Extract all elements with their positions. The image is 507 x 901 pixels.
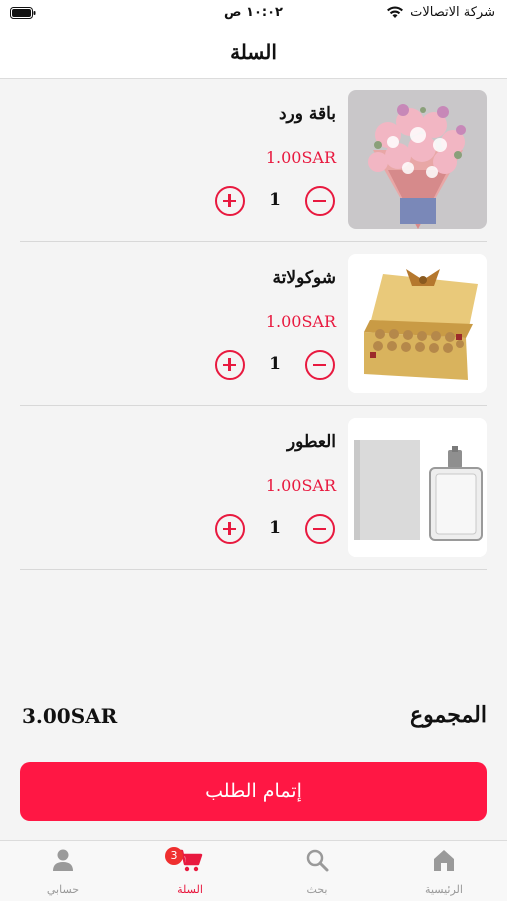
quantity-stepper: 1 bbox=[215, 186, 335, 220]
product-name: العطور bbox=[286, 432, 336, 452]
product-price: 1.00SAR bbox=[265, 476, 336, 495]
product-image-flowers[interactable] bbox=[348, 90, 487, 229]
person-icon bbox=[53, 849, 73, 871]
product-image-chocolate[interactable] bbox=[348, 254, 487, 393]
cart-item: باقة ورد 1.00SAR 1 bbox=[20, 78, 487, 242]
tab-search[interactable]: بحث bbox=[254, 841, 380, 901]
decrease-quantity-button[interactable] bbox=[305, 350, 335, 380]
product-price: 1.00SAR bbox=[265, 148, 336, 167]
decrease-quantity-button[interactable] bbox=[305, 186, 335, 216]
cart-item: شوكولاتة 1.00SAR 1 bbox=[20, 242, 487, 406]
perfume-bottle-image bbox=[348, 418, 487, 557]
tab-cart[interactable]: 3 السلة bbox=[127, 841, 253, 901]
tab-bar: الرئيسية بحث 3 السلة حسابي bbox=[0, 840, 507, 901]
home-icon bbox=[434, 850, 454, 871]
cart-item: العطور 1.00SAR 1 bbox=[20, 406, 487, 570]
battery-icon bbox=[10, 7, 36, 19]
tab-home-label: الرئيسية bbox=[425, 883, 463, 896]
tab-account-label: حسابي bbox=[46, 883, 80, 896]
status-bar: شركة الاتصالات ١٠:٠٢ ص bbox=[0, 0, 507, 30]
tab-search-label: بحث bbox=[306, 883, 328, 896]
total-label: المجموع bbox=[410, 702, 487, 728]
quantity-stepper: 1 bbox=[215, 350, 335, 384]
tab-home[interactable]: الرئيسية bbox=[381, 841, 507, 901]
decrease-quantity-button[interactable] bbox=[305, 514, 335, 544]
quantity-stepper: 1 bbox=[215, 514, 335, 548]
product-name: شوكولاتة bbox=[272, 268, 336, 288]
nav-header: السلة bbox=[0, 30, 507, 79]
tab-cart-label: السلة bbox=[177, 883, 203, 896]
search-icon bbox=[306, 849, 329, 872]
product-name: باقة ورد bbox=[278, 104, 336, 124]
minus-icon bbox=[313, 199, 326, 202]
minus-icon bbox=[313, 363, 326, 366]
chocolate-box-image bbox=[348, 254, 487, 393]
product-image-perfume[interactable] bbox=[348, 418, 487, 557]
total-value: 3.00SAR bbox=[22, 704, 118, 728]
cart-badge: 3 bbox=[165, 847, 183, 865]
page-title: السلة bbox=[230, 40, 277, 64]
tab-account[interactable]: حسابي bbox=[0, 841, 126, 901]
flower-bouquet-image bbox=[348, 90, 487, 229]
cart-list: باقة ورد 1.00SAR 1 شوكولاتة 1.00SAR 1 ال… bbox=[20, 78, 487, 570]
status-time: ١٠:٠٢ ص bbox=[224, 5, 283, 20]
checkout-button[interactable]: إتمام الطلب bbox=[20, 762, 487, 821]
minus-icon bbox=[313, 527, 326, 530]
product-price: 1.00SAR bbox=[265, 312, 336, 331]
